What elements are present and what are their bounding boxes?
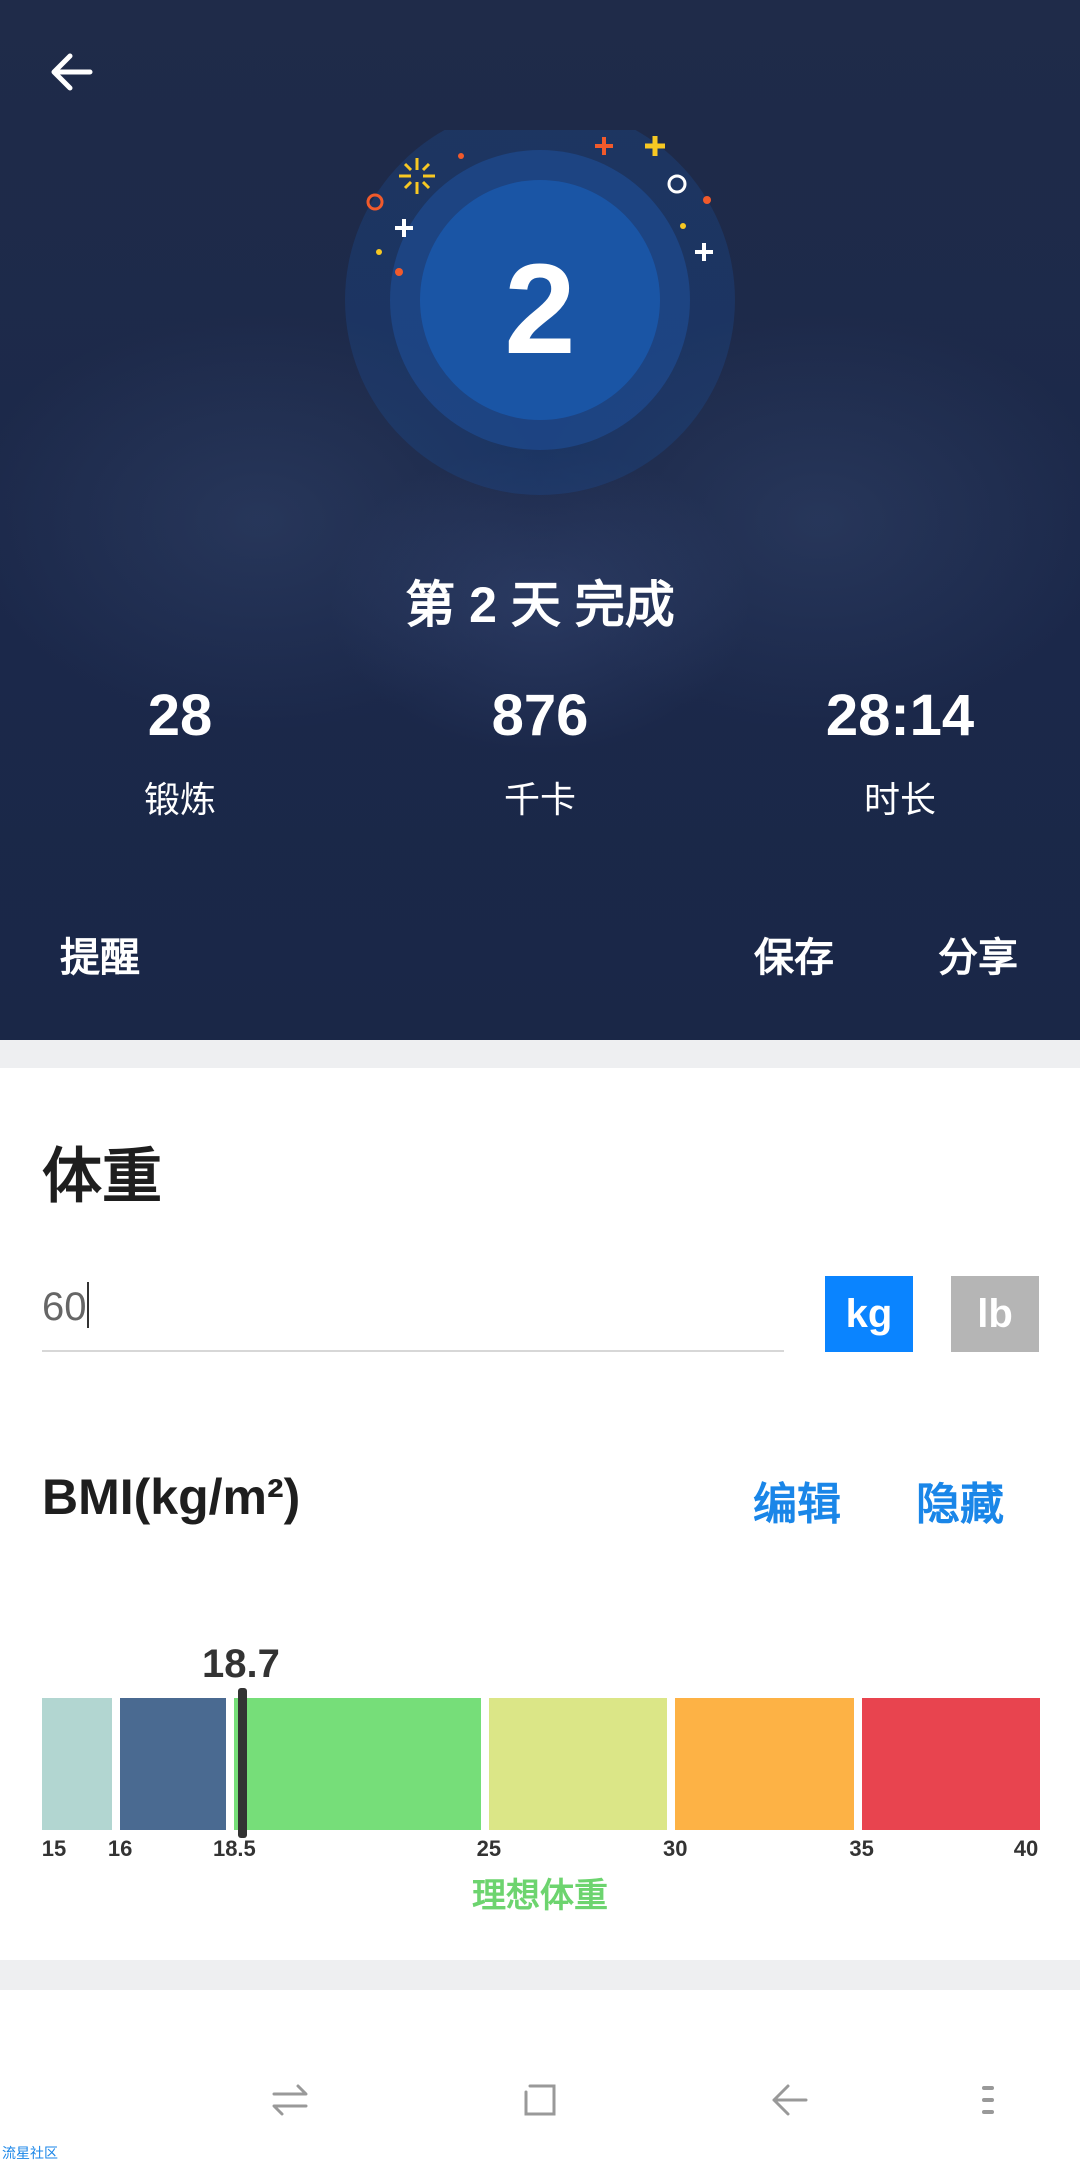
stat-value: 28:14 [825, 683, 975, 748]
bmi-segment [234, 1698, 481, 1830]
bmi-hide-button[interactable]: 隐藏 [916, 1468, 1004, 1532]
unit-lb-button[interactable]: lb [951, 1276, 1039, 1352]
bmi-segment [861, 1698, 1040, 1830]
stat-duration: 28:14 时长 [720, 682, 1080, 823]
day-number: 2 [504, 238, 576, 381]
stat-label: 千卡 [503, 779, 576, 820]
bmi-scale-bar [42, 1698, 1040, 1830]
share-button[interactable]: 分享 [938, 925, 1018, 983]
bmi-segment [42, 1698, 113, 1830]
menu-icon[interactable] [960, 2070, 1020, 2130]
weight-input[interactable]: 60 [42, 1268, 784, 1352]
back-arrow-icon[interactable] [46, 46, 98, 98]
stat-value: 876 [491, 683, 589, 748]
bmi-tick-label: 30 [663, 1836, 688, 1861]
bmi-tick-label: 35 [849, 1836, 874, 1861]
save-button[interactable]: 保存 [754, 925, 834, 983]
bmi-edit-button[interactable]: 编辑 [753, 1468, 841, 1532]
bmi-tick-label: 25 [476, 1836, 502, 1861]
stat-calories: 876 千卡 [360, 682, 720, 823]
system-navbar [0, 2040, 1080, 2160]
stat-exercises: 28 锻炼 [0, 682, 360, 823]
back-icon[interactable] [760, 2070, 820, 2130]
stat-value: 28 [147, 683, 213, 748]
bmi-tick-label: 16 [107, 1836, 133, 1861]
bmi-tick-label: 18.5 [212, 1836, 256, 1861]
home-square-icon[interactable] [510, 2070, 570, 2130]
day-complete-title: 第 2 天 完成 [405, 577, 675, 633]
bmi-tick-label: 15 [41, 1836, 67, 1861]
bmi-title: BMI(kg/m²) [42, 1469, 301, 1525]
stat-label: 时长 [863, 779, 936, 820]
bmi-segment [488, 1698, 668, 1830]
weight-title: 体重 [42, 1143, 162, 1210]
stat-label: 锻炼 [143, 779, 216, 820]
bmi-tick-label: 40 [1013, 1836, 1039, 1861]
ideal-weight-label: 理想体重 [472, 1877, 608, 1915]
bmi-segment [120, 1698, 227, 1830]
weight-value: 60 [42, 1285, 87, 1329]
remind-button[interactable]: 提醒 [60, 925, 140, 983]
bmi-indicator [237, 1688, 247, 1838]
watermark: 流星社区 [2, 2145, 58, 2160]
workout-summary-header: 2 第 2 天 完成 28 锻炼 876 千卡 28:14 时长 提醒 保存 分… [0, 0, 1080, 1040]
bmi-segment [675, 1698, 854, 1830]
unit-kg-button[interactable]: kg [825, 1276, 913, 1352]
text-caret [86, 1282, 89, 1328]
switch-icon[interactable] [260, 2070, 320, 2130]
weight-card: 体重 60 kg lb BMI(kg/m²) 编辑 隐藏 18.7 15 16 18… [0, 1068, 1080, 1960]
bmi-value-label: 18.7 [201, 1642, 280, 1686]
